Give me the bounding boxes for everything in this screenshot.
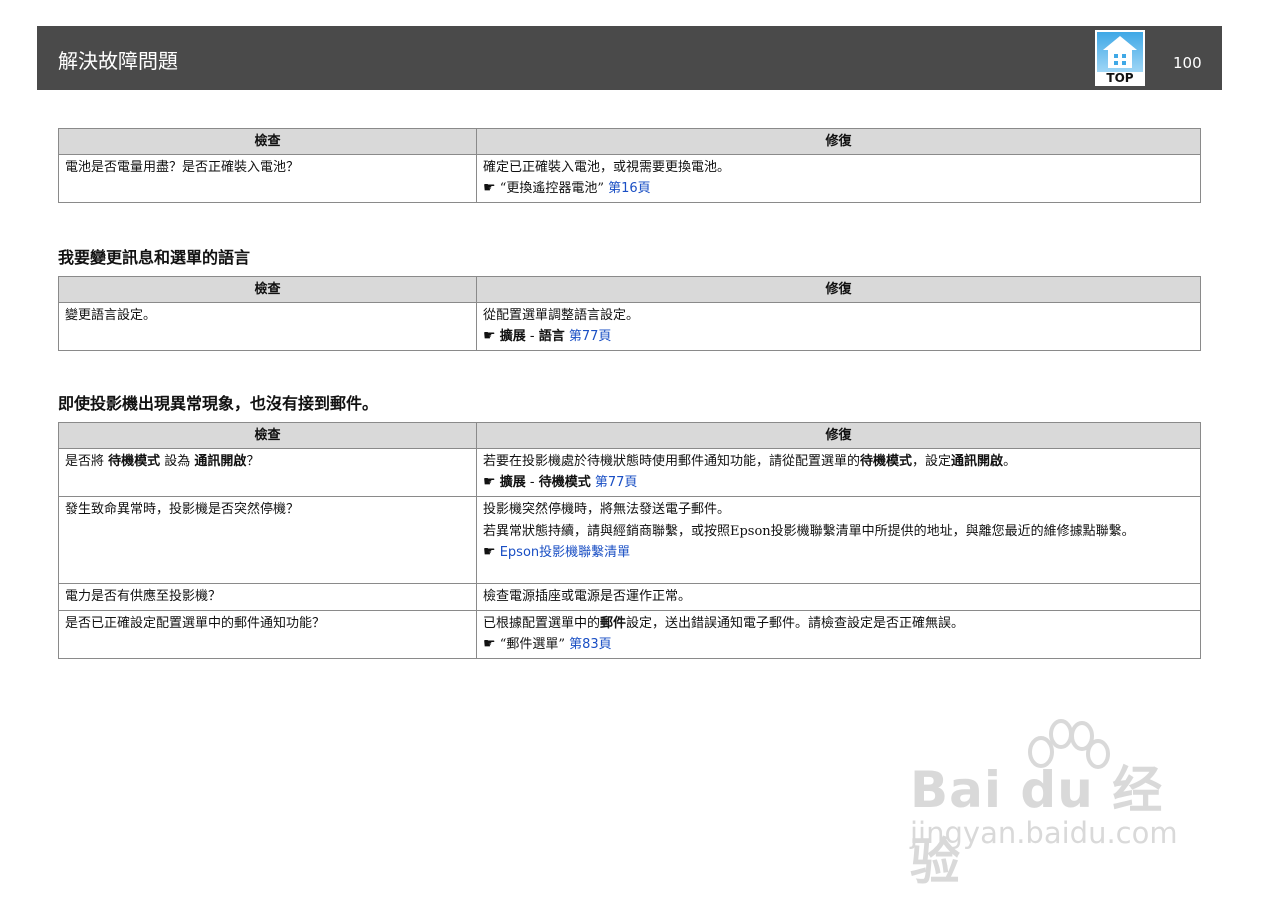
standby-mode-term: 待機模式 xyxy=(860,454,913,469)
table-header-row: 檢查 修復 xyxy=(58,128,1201,155)
fix-text-part: 。 xyxy=(1003,454,1017,469)
reference-title: “郵件選單” xyxy=(499,637,565,652)
menu-path-extended: 擴展 xyxy=(499,329,526,344)
fix-text: 若異常狀態持續，請與經銷商聯繫，或按照Epson投影機聯繫清單中所提供的地址，與… xyxy=(483,524,1135,539)
page-link[interactable]: 第77頁 xyxy=(569,329,612,344)
page-link[interactable]: 第77頁 xyxy=(595,475,638,490)
fix-text-part: 已根據配置選單中的 xyxy=(483,616,601,631)
reference: ☛ 擴展 - 待機模式 第77頁 xyxy=(483,472,1194,493)
table-header-row: 檢查 修復 xyxy=(58,422,1201,449)
menu-path-standby: 待機模式 xyxy=(538,475,591,490)
menu-path-separator: - xyxy=(525,329,539,344)
home-icon xyxy=(1103,36,1137,68)
baidu-watermark: Bai du 经验 jingyan.baidu.com xyxy=(905,712,1205,891)
table-row: 電池是否電量用盡？是否正確裝入電池？ 確定已正確裝入電池，或視需要更換電池。 ☛… xyxy=(58,154,1201,203)
fix-text: 投影機突然停機時，將無法發送電子郵件。 xyxy=(483,502,731,517)
table-row: 變更語言設定。 從配置選單調整語言設定。 ☛ 擴展 - 語言 第77頁 xyxy=(58,302,1201,351)
page-header: 解決故障問題 TOP 100 xyxy=(37,26,1222,90)
check-text: 設為 xyxy=(160,454,195,469)
check-text: ？ xyxy=(246,454,260,469)
section-heading-mail: 即使投影機出現異常現象，也沒有接到郵件。 xyxy=(58,394,379,413)
check-cell: 發生致命異常時，投影機是否突然停機？ xyxy=(58,496,477,584)
column-header-check: 檢查 xyxy=(58,276,477,303)
mail-term: 郵件 xyxy=(600,616,627,631)
column-header-fix: 修復 xyxy=(476,276,1201,303)
menu-path-extended: 擴展 xyxy=(499,475,526,490)
remote-battery-table: 檢查 修復 電池是否電量用盡？是否正確裝入電池？ 確定已正確裝入電池，或視需要更… xyxy=(58,128,1201,203)
column-header-check: 檢查 xyxy=(58,422,477,449)
pointing-hand-icon: ☛ xyxy=(483,328,496,344)
pointing-hand-icon: ☛ xyxy=(483,544,496,560)
menu-path-language: 語言 xyxy=(538,329,565,344)
check-cell: 電池是否電量用盡？是否正確裝入電池？ xyxy=(58,154,477,203)
top-label: TOP xyxy=(1106,71,1134,85)
page-link[interactable]: 第83頁 xyxy=(569,637,612,652)
comm-on-term: 通訊開啟 xyxy=(194,454,247,469)
pointing-hand-icon: ☛ xyxy=(483,474,496,490)
fix-cell: 從配置選單調整語言設定。 ☛ 擴展 - 語言 第77頁 xyxy=(476,302,1201,351)
column-header-check: 檢查 xyxy=(58,128,477,155)
page-number: 100 xyxy=(1173,54,1202,72)
fix-text: 已根據配置選單中的郵件設定，送出錯誤通知電子郵件。請檢查設定是否正確無誤。 xyxy=(483,614,1194,634)
check-cell: 變更語言設定。 xyxy=(58,302,477,351)
page-link[interactable]: 第16頁 xyxy=(608,181,651,196)
table-row: 是否已正確設定配置選單中的郵件通知功能？ 已根據配置選單中的郵件設定，送出錯誤通… xyxy=(58,610,1201,659)
fix-cell: 若要在投影機處於待機狀態時使用郵件通知功能，請從配置選單的待機模式，設定通訊開啟… xyxy=(476,448,1201,497)
standby-mode-term: 待機模式 xyxy=(108,454,161,469)
fix-text: 若要在投影機處於待機狀態時使用郵件通知功能，請從配置選單的待機模式，設定通訊開啟… xyxy=(483,452,1194,472)
top-button[interactable]: TOP xyxy=(1095,30,1145,86)
fix-text: 從配置選單調整語言設定。 xyxy=(483,308,640,323)
table-row: 是否將 待機模式 設為 通訊開啟？ 若要在投影機處於待機狀態時使用郵件通知功能，… xyxy=(58,448,1201,497)
column-header-fix: 修復 xyxy=(476,128,1201,155)
contact-list-link[interactable]: Epson投影機聯繫清單 xyxy=(500,545,630,560)
section-heading-language: 我要變更訊息和選單的語言 xyxy=(58,248,251,267)
pointing-hand-icon: ☛ xyxy=(483,180,496,196)
page-title: 解決故障問題 xyxy=(58,49,178,73)
fix-cell: 確定已正確裝入電池，或視需要更換電池。 ☛ “更換遙控器電池” 第16頁 xyxy=(476,154,1201,203)
table-header-row: 檢查 修復 xyxy=(58,276,1201,303)
fix-text-part: 若要在投影機處於待機狀態時使用郵件通知功能，請從配置選單的 xyxy=(483,454,861,469)
reference: ☛ “郵件選單” 第83頁 xyxy=(483,634,1194,655)
check-cell: 電力是否有供應至投影機？ xyxy=(58,583,477,611)
fix-cell: 投影機突然停機時，將無法發送電子郵件。 若異常狀態持續，請與經銷商聯繫，或按照E… xyxy=(476,496,1201,584)
check-cell: 是否已正確設定配置選單中的郵件通知功能？ xyxy=(58,610,477,659)
fix-cell: 檢查電源插座或電源是否運作正常。 xyxy=(476,583,1201,611)
mail-notification-table: 檢查 修復 是否將 待機模式 設為 通訊開啟？ 若要在投影機處於待機狀態時使用郵… xyxy=(58,422,1201,659)
check-text: 是否將 xyxy=(65,454,109,469)
comm-on-term: 通訊開啟 xyxy=(951,454,1004,469)
watermark-url: jingyan.baidu.com xyxy=(910,816,1178,850)
reference: ☛ 擴展 - 語言 第77頁 xyxy=(483,326,1194,347)
fix-text: 確定已正確裝入電池，或視需要更換電池。 xyxy=(483,160,731,175)
fix-cell: 已根據配置選單中的郵件設定，送出錯誤通知電子郵件。請檢查設定是否正確無誤。 ☛ … xyxy=(476,610,1201,659)
pointing-hand-icon: ☛ xyxy=(483,636,496,652)
reference: ☛ Epson投影機聯繫清單 xyxy=(483,542,1194,563)
table-row: 發生致命異常時，投影機是否突然停機？ 投影機突然停機時，將無法發送電子郵件。 若… xyxy=(58,496,1201,584)
table-row: 電力是否有供應至投影機？ 檢查電源插座或電源是否運作正常。 xyxy=(58,583,1201,611)
menu-path-separator: - xyxy=(525,475,539,490)
check-cell: 是否將 待機模式 設為 通訊開啟？ xyxy=(58,448,477,497)
fix-text-part: 設定，送出錯誤通知電子郵件。請檢查設定是否正確無誤。 xyxy=(626,616,965,631)
fix-text-part: ，設定 xyxy=(912,454,952,469)
language-table: 檢查 修復 變更語言設定。 從配置選單調整語言設定。 ☛ 擴展 - 語言 第77… xyxy=(58,276,1201,351)
column-header-fix: 修復 xyxy=(476,422,1201,449)
reference: ☛ “更換遙控器電池” 第16頁 xyxy=(483,178,1194,199)
reference-title: “更換遙控器電池” xyxy=(499,181,604,196)
